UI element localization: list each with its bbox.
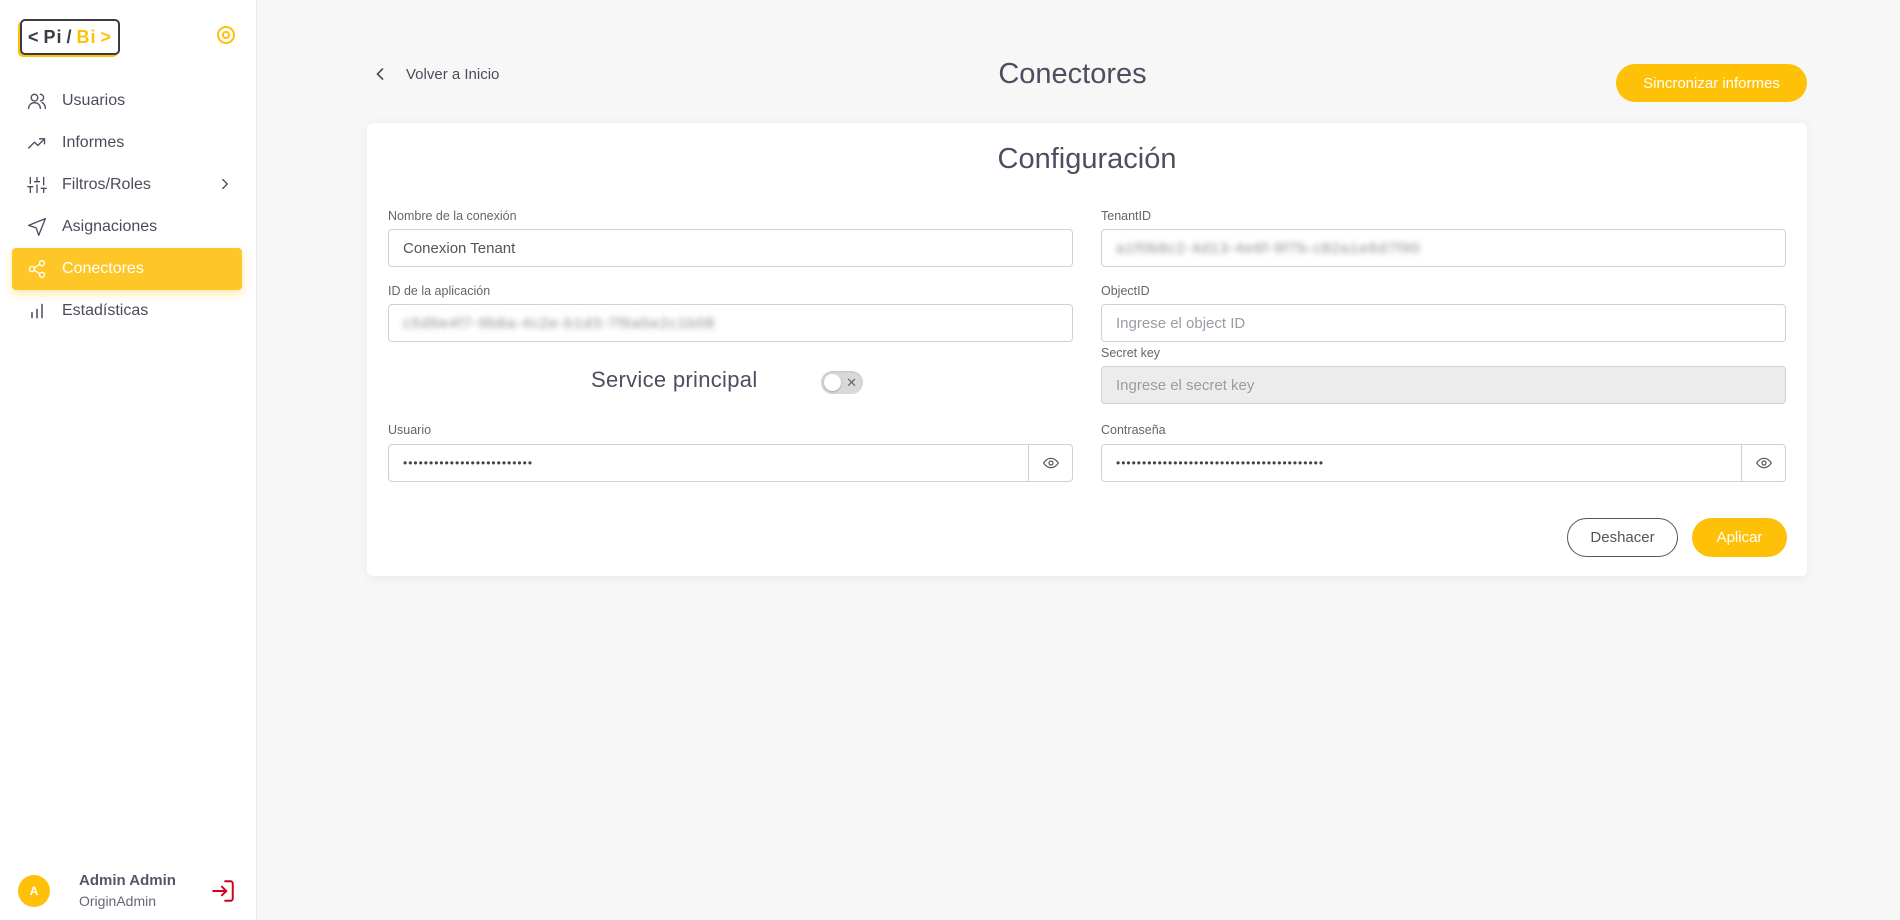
sidebar-item-label: Usuarios	[62, 92, 126, 109]
sidebar-item-label: Informes	[62, 134, 125, 151]
tenant-id-value: a1f0b8c2-4d13-4e6f-9f7b-c82a1e6d7f90	[1116, 239, 1421, 257]
eye-icon	[1042, 457, 1059, 469]
secret-key-input: Ingrese el secret key	[1101, 366, 1786, 404]
sidebar-item-conectores[interactable]: Conectores	[12, 248, 242, 290]
sidebar-item-estadisticas[interactable]: Estadísticas	[12, 290, 242, 332]
send-icon	[26, 216, 48, 238]
chevron-left-icon	[376, 68, 384, 80]
logo-lt: <	[27, 26, 40, 47]
app-id-value: c5d9e4f7-9b8a-4c2e-b1d3-7f6a5e2c1b08	[403, 314, 716, 332]
sidebar-item-informes[interactable]: Informes	[12, 122, 242, 164]
avatar[interactable]: A	[18, 875, 50, 907]
circle-dot-icon	[217, 26, 235, 44]
connection-name-value: Conexion Tenant	[403, 239, 516, 257]
card-title: Configuración	[997, 143, 1177, 175]
config-card: Configuración Nombre de la conexión Cone…	[367, 123, 1807, 576]
password-value: ••••••••••••••••••••••••••••••••••••••••	[1116, 456, 1325, 470]
show-password-button[interactable]	[1741, 445, 1785, 481]
logo-pi: Pi	[43, 26, 63, 47]
user-role: OriginAdmin	[79, 893, 157, 909]
bar-chart-icon	[26, 300, 48, 322]
connection-name-input[interactable]: Conexion Tenant	[388, 229, 1073, 267]
show-usuario-button[interactable]	[1028, 445, 1072, 481]
sidebar-nav: Usuarios Informes Filtros/Roles Asignaci…	[12, 80, 242, 332]
chevron-right-icon	[222, 178, 229, 190]
sidebar-item-label: Conectores	[62, 260, 144, 277]
sidebar-item-label: Asignaciones	[62, 218, 158, 235]
service-principal-toggle[interactable]: ✕	[821, 371, 863, 394]
logout-icon	[212, 880, 234, 902]
secret-key-placeholder: Ingrese el secret key	[1116, 376, 1255, 394]
users-icon	[26, 90, 48, 112]
object-id-input[interactable]: Ingrese el object ID	[1101, 304, 1786, 342]
user-name: Admin Admin	[79, 872, 176, 889]
connection-name-label: Nombre de la conexión	[388, 209, 517, 223]
trending-up-icon	[26, 132, 48, 154]
toggle-off-icon: ✕	[846, 375, 857, 390]
logo-bi: Bi	[76, 26, 97, 47]
sidebar-item-usuarios[interactable]: Usuarios	[12, 80, 242, 122]
object-id-placeholder: Ingrese el object ID	[1116, 314, 1246, 332]
user-profile: A Admin Admin OriginAdmin	[18, 872, 238, 912]
settings-button[interactable]	[215, 24, 237, 46]
apply-button[interactable]: Aplicar	[1692, 518, 1787, 557]
pibi-logo[interactable]: < Pi / Bi >	[20, 19, 120, 55]
password-label: Contraseña	[1101, 423, 1166, 437]
object-id-label: ObjectID	[1101, 284, 1150, 298]
sidebar-item-label: Filtros/Roles	[62, 176, 151, 193]
tenant-id-label: TenantID	[1101, 209, 1152, 223]
sidebar-item-filtros-roles[interactable]: Filtros/Roles	[12, 164, 242, 206]
usuario-label: Usuario	[388, 423, 432, 437]
sync-reports-button[interactable]: Sincronizar informes	[1616, 64, 1807, 102]
toggle-knob	[824, 374, 841, 391]
logo-slash: /	[66, 26, 73, 47]
back-link[interactable]: Volver a Inicio	[370, 64, 499, 84]
page-title: Conectores	[998, 58, 1147, 90]
app-id-label: ID de la aplicación	[388, 284, 491, 298]
share-icon	[26, 258, 48, 280]
undo-button[interactable]: Deshacer	[1567, 518, 1678, 557]
logo-gt: >	[100, 26, 113, 47]
logout-button[interactable]	[210, 878, 236, 904]
app-id-input[interactable]: c5d9e4f7-9b8a-4c2e-b1d3-7f6a5e2c1b08	[388, 304, 1073, 342]
back-link-label: Volver a Inicio	[406, 65, 500, 83]
sidebar-item-asignaciones[interactable]: Asignaciones	[12, 206, 242, 248]
tenant-id-input[interactable]: a1f0b8c2-4d13-4e6f-9f7b-c82a1e6d7f90	[1101, 229, 1786, 267]
sidebar-item-label: Estadísticas	[62, 302, 149, 319]
password-input[interactable]: ••••••••••••••••••••••••••••••••••••••••	[1101, 444, 1786, 482]
sidebar: < Pi / Bi > Usuarios Informes Filtros/Ro…	[0, 0, 257, 920]
service-principal-label: Service principal	[591, 367, 758, 392]
eye-icon	[1755, 457, 1772, 469]
usuario-value: •••••••••••••••••••••••••	[403, 456, 534, 470]
usuario-input[interactable]: •••••••••••••••••••••••••	[388, 444, 1073, 482]
sliders-icon	[26, 174, 48, 196]
secret-key-label: Secret key	[1101, 346, 1161, 360]
